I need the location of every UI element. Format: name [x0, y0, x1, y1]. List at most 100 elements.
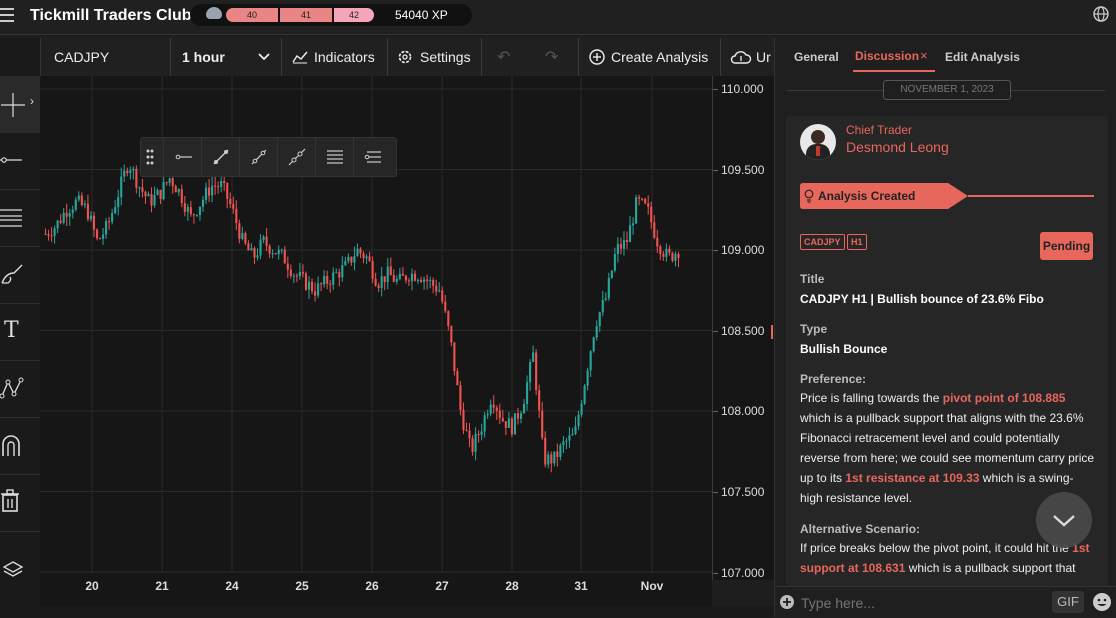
candle-body [262, 236, 265, 240]
emoji-icon[interactable] [1092, 592, 1112, 612]
symbol-selector[interactable]: CADJPY [54, 38, 109, 76]
menu-icon[interactable] [0, 8, 14, 24]
settings-button[interactable]: Settings [420, 38, 471, 76]
globe-icon[interactable] [1092, 5, 1110, 23]
expand-arrow-icon[interactable]: › [30, 94, 34, 108]
candle-body [498, 410, 501, 418]
trend-line-button[interactable] [239, 138, 278, 176]
candle-body [410, 273, 414, 282]
candle-body [338, 272, 341, 278]
time-axis[interactable]: 20 21 24 25 26 27 28 31 Nov [40, 572, 712, 606]
text-tool[interactable]: T [0, 304, 40, 361]
tag-symbol: CADJPY [800, 234, 845, 250]
candle-body [492, 404, 495, 408]
candle-body [198, 206, 202, 215]
candle-body [544, 437, 547, 465]
candle-body [232, 204, 235, 209]
tab-general[interactable]: General [794, 50, 839, 64]
candle-body [105, 221, 108, 235]
candle-body [638, 197, 641, 199]
fib-tool[interactable] [0, 190, 40, 247]
candle-body [335, 272, 338, 274]
crosshair-tool[interactable]: › [0, 76, 40, 133]
candle-body [398, 273, 401, 279]
candle-body [386, 266, 389, 283]
candle-body [604, 298, 607, 300]
candle-body [635, 197, 638, 224]
price-tick-mark [713, 572, 718, 574]
fib-channel-button[interactable] [353, 138, 392, 176]
candle-body [241, 233, 244, 239]
rank-badge-icon [206, 7, 222, 19]
add-attachment-icon[interactable] [779, 594, 795, 610]
candle-body [583, 385, 586, 404]
price-tick: 107.000 [721, 565, 765, 580]
horizontal-ray-button[interactable] [163, 138, 202, 176]
extended-line-icon [288, 148, 306, 166]
candle-body [419, 279, 423, 282]
magnet-tool[interactable] [0, 418, 40, 475]
layers-icon[interactable] [2, 560, 24, 582]
candle-body [114, 207, 117, 214]
candle-body [183, 203, 186, 212]
candle-body [374, 278, 377, 286]
candle-body [535, 352, 538, 391]
candle-body [553, 451, 556, 464]
scroll-down-button[interactable] [1036, 492, 1092, 548]
tab-edit-analysis[interactable]: Edit Analysis [945, 50, 1020, 64]
close-tab-icon[interactable]: × [920, 48, 928, 63]
candle-body [371, 261, 374, 279]
candle-body [477, 433, 480, 435]
candle-body [329, 283, 332, 285]
candle-body [668, 248, 671, 253]
price-tick-mark [713, 492, 718, 493]
candle-body [529, 361, 532, 383]
candle-body [650, 206, 653, 223]
extended-line-button[interactable] [277, 138, 316, 176]
candle-body [111, 213, 114, 222]
candle-body [441, 290, 444, 302]
plus-circle-icon [589, 49, 605, 65]
pattern-tool[interactable] [0, 361, 40, 418]
candle-body [592, 337, 595, 352]
price-tick-mark [713, 411, 718, 413]
candle-body [625, 239, 629, 243]
candle-body [201, 199, 205, 207]
candle-body [65, 212, 68, 217]
candle-body [516, 413, 520, 419]
trend-segment-button[interactable] [201, 138, 240, 176]
candle-body [541, 410, 544, 438]
candle-body [144, 191, 147, 197]
message-input[interactable] [799, 592, 1043, 614]
candle-body [271, 253, 274, 255]
price-tick: 110.000 [721, 82, 764, 96]
candle-body [601, 299, 604, 313]
upload-cloud-icon [730, 51, 752, 64]
delete-tool[interactable] [0, 475, 40, 532]
drag-handle-icon[interactable] [145, 147, 155, 167]
upload-button[interactable]: Ur [756, 38, 774, 76]
candle-body [595, 326, 598, 338]
candle-body [192, 214, 195, 216]
alternative-label: Alternative Scenario: [800, 522, 921, 536]
chevron-down-icon [1053, 515, 1075, 527]
candle-body [432, 279, 435, 286]
indicators-button[interactable]: Indicators [314, 38, 375, 76]
horizontal-line-tool[interactable] [0, 133, 40, 190]
tab-discussion[interactable]: Discussion [855, 49, 919, 63]
candle-body [98, 238, 102, 240]
chevron-down-icon[interactable] [258, 52, 270, 62]
create-analysis-button[interactable]: Create Analysis [611, 38, 708, 76]
brush-tool[interactable] [0, 247, 40, 304]
undo-icon[interactable]: ↶ [497, 47, 510, 67]
timeframe-selector[interactable]: 1 hour [182, 38, 225, 76]
candle-body [253, 248, 256, 258]
candle-body [489, 404, 492, 414]
redo-icon[interactable]: ↷ [545, 47, 558, 67]
candle-body [674, 253, 677, 261]
price-axis[interactable]: 110.000 109.500 109.000 108.500 108.000 107.5… [712, 76, 775, 580]
parallel-channel-button[interactable] [315, 138, 354, 176]
xp-level-40: 40 [226, 8, 278, 22]
gif-button[interactable]: GIF [1052, 591, 1084, 613]
candle-body [453, 342, 456, 372]
